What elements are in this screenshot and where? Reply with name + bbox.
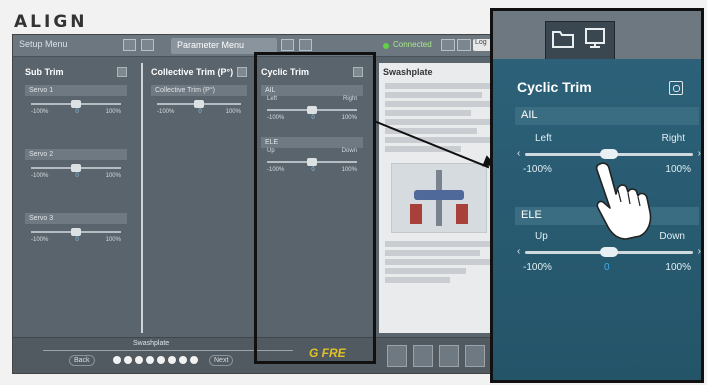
current-value: 0 <box>604 262 610 273</box>
zoom-top-bar <box>493 11 701 59</box>
ail-direction-labels: Left Right <box>535 133 685 144</box>
min-value: -100% <box>523 262 552 273</box>
up-label: Up <box>535 231 548 242</box>
servo-2-label: Servo 2 <box>25 149 127 160</box>
current-value: 0 <box>75 237 79 243</box>
chevron-right-icon[interactable]: › <box>691 246 701 258</box>
max-value: 100% <box>105 237 121 243</box>
slider-knob[interactable] <box>600 247 618 257</box>
collective-trim-title: Collective Trim (P°) <box>151 67 234 77</box>
sub-trim-title: Sub Trim <box>25 67 64 77</box>
next-button[interactable]: Next <box>209 355 234 366</box>
min-value: -100% <box>157 109 175 115</box>
window-icon[interactable] <box>441 39 455 51</box>
highlight-frame <box>254 52 376 364</box>
ail-group-header: AIL <box>515 107 699 125</box>
step-dot[interactable] <box>146 356 154 364</box>
max-value: 100% <box>105 109 121 115</box>
step-dot[interactable] <box>179 356 187 364</box>
sub-trim-column: Sub Trim Servo 1 -100% 0 100% Servo 2 -100… <box>21 63 131 333</box>
folder-icon[interactable] <box>551 27 575 49</box>
right-label: Right <box>661 133 685 144</box>
monitor-icon[interactable] <box>299 39 312 51</box>
min-value: -100% <box>31 109 49 115</box>
current-value: 0 <box>75 173 79 179</box>
servo-1-slider[interactable] <box>25 99 127 109</box>
current-value: 0 <box>198 109 202 115</box>
pointing-hand-icon <box>595 162 652 240</box>
min-value: -100% <box>31 237 49 243</box>
swashplate-column: Swashplate <box>379 63 499 333</box>
instruction-text-2 <box>379 239 499 288</box>
ail-slider[interactable]: ‹ › <box>517 148 701 160</box>
copy-icon[interactable] <box>117 67 127 77</box>
tool-icon[interactable] <box>439 345 459 367</box>
ele-values: -100% 0 100% <box>523 262 691 273</box>
servo-2-group: Servo 2 -100% 0 100% <box>25 149 127 179</box>
ele-slider[interactable]: ‹ › <box>517 246 701 258</box>
step-dot[interactable] <box>157 356 165 364</box>
servo-1-group: Servo 1 -100% 0 100% <box>25 85 127 115</box>
servo-2-slider[interactable] <box>25 163 127 173</box>
status-dot-icon <box>383 43 389 49</box>
max-value: 100% <box>665 164 691 175</box>
step-dot[interactable] <box>113 356 121 364</box>
copy-icon[interactable] <box>237 67 247 77</box>
tool-icon[interactable] <box>387 345 407 367</box>
servo-1-label: Servo 1 <box>25 85 127 96</box>
max-value: 100% <box>665 262 691 273</box>
min-value: -100% <box>523 164 552 175</box>
monitor-icon[interactable] <box>583 26 607 50</box>
step-dots <box>113 356 198 364</box>
copy-icon[interactable] <box>669 81 683 95</box>
align-logo: ALIGN <box>14 12 88 32</box>
slider-knob[interactable] <box>600 149 618 159</box>
chevron-right-icon[interactable]: › <box>691 148 701 160</box>
tool-icon[interactable] <box>465 345 485 367</box>
max-value: 100% <box>225 109 241 115</box>
swashplate-illustration <box>391 163 487 233</box>
step-dot[interactable] <box>168 356 176 364</box>
step-dot[interactable] <box>190 356 198 364</box>
connection-status: Connected <box>393 40 432 49</box>
panel-title: Cyclic Trim <box>517 79 592 95</box>
swashplate-title: Swashplate <box>383 67 433 77</box>
monitor-icon[interactable] <box>141 39 154 51</box>
step-dot[interactable] <box>124 356 132 364</box>
step-dot[interactable] <box>135 356 143 364</box>
collective-group: Collective Trim (P°) -100% 0 100% <box>151 85 247 115</box>
max-value: 100% <box>105 173 121 179</box>
servo-3-label: Servo 3 <box>25 213 127 224</box>
tab-setup-menu[interactable]: Setup Menu <box>19 39 68 49</box>
collective-label: Collective Trim (P°) <box>151 85 247 96</box>
folder-icon[interactable] <box>123 39 136 51</box>
window-icon[interactable] <box>457 39 471 51</box>
servo-3-group: Servo 3 -100% 0 100% <box>25 213 127 243</box>
progress-label: Swashplate <box>133 340 170 347</box>
collective-trim-column: Collective Trim (P°) Collective Trim (P°… <box>141 63 251 333</box>
back-button[interactable]: Back <box>69 355 95 366</box>
folder-icon[interactable] <box>281 39 294 51</box>
servo-3-slider[interactable] <box>25 227 127 237</box>
tool-icon[interactable] <box>413 345 433 367</box>
current-value: 0 <box>75 109 79 115</box>
collective-slider[interactable] <box>151 99 247 109</box>
left-label: Left <box>535 133 552 144</box>
min-value: -100% <box>31 173 49 179</box>
